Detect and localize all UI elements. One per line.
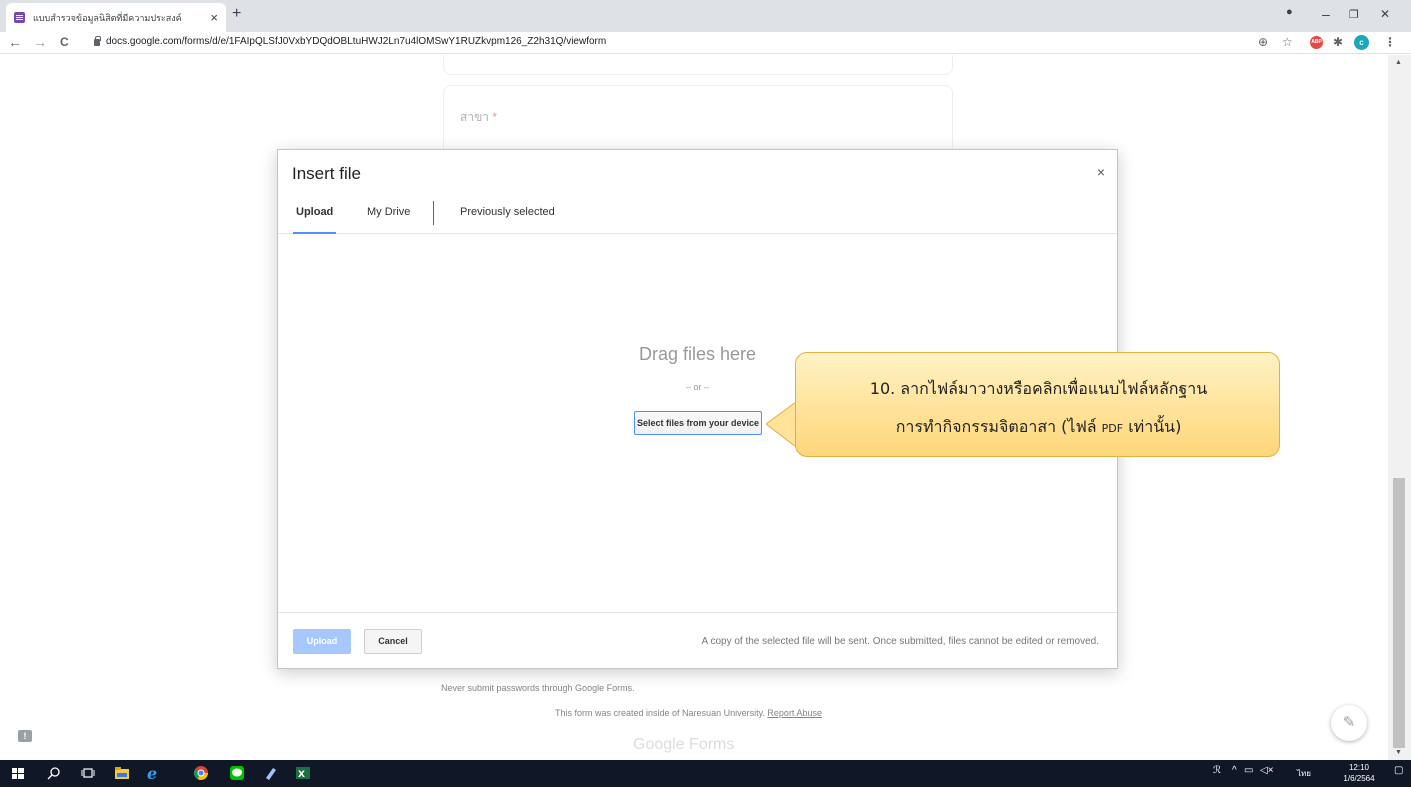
people-icon[interactable]: ℛ [1213, 765, 1221, 776]
reload-icon[interactable]: C [60, 35, 69, 49]
internet-explorer-icon[interactable]: e [146, 765, 162, 781]
browser-menu-icon[interactable]: ⋮ [1384, 35, 1396, 49]
bookmark-star-icon[interactable]: ☆ [1282, 35, 1293, 49]
tab-my-drive[interactable]: My Drive [367, 206, 410, 234]
google-forms-favicon-icon [14, 12, 25, 23]
google-forms-logo: Google Forms [633, 736, 735, 753]
url-field[interactable]: docs.google.com/forms/d/e/1FAIpQLSfJ0Vxb… [94, 36, 606, 47]
extensions-puzzle-icon[interactable]: ✱ [1333, 35, 1343, 49]
tab-upload[interactable]: Upload [293, 206, 337, 234]
back-icon[interactable]: ← [8, 34, 22, 50]
browser-tabbar: แบบสำรวจข้อมูลนิสิตที่มีความประสงค์ × + … [0, 0, 1411, 32]
cancel-button[interactable]: Cancel [364, 629, 422, 654]
tab-previously-selected[interactable]: Previously selected [460, 206, 555, 234]
excel-icon[interactable]: X [295, 765, 311, 781]
password-warning: Never submit passwords through Google Fo… [441, 683, 635, 693]
url-text: docs.google.com/forms/d/e/1FAIpQLSfJ0Vxb… [106, 36, 607, 47]
edit-pencil-icon[interactable]: ✎ [1331, 705, 1367, 741]
tab-separator [433, 201, 434, 225]
network-icon[interactable]: ▭ [1244, 765, 1253, 776]
forward-icon[interactable]: → [33, 34, 47, 50]
chrome-account-icon[interactable]: ● [1286, 6, 1293, 18]
chrome-icon[interactable] [193, 765, 209, 781]
task-view-icon[interactable] [80, 765, 96, 781]
close-window-button[interactable]: ✕ [1380, 7, 1390, 21]
windows-taskbar [0, 760, 1411, 787]
clock-time: 12:10 [1348, 763, 1370, 772]
tray-chevron-icon[interactable]: ^ [1232, 765, 1237, 776]
svg-text:e: e [147, 765, 157, 781]
address-bar: ← → C docs.google.com/forms/d/e/1FAIpQLS… [0, 32, 1411, 54]
zoom-icon[interactable]: ⊕ [1258, 35, 1268, 49]
minimize-button[interactable]: – [1322, 6, 1330, 22]
tab-title: แบบสำรวจข้อมูลนิสิตที่มีความประสงค์ [33, 12, 182, 23]
file-explorer-icon[interactable] [114, 765, 130, 781]
restore-button[interactable]: ❐ [1349, 8, 1359, 21]
dialog-close-icon[interactable]: × [1097, 164, 1105, 180]
clock-date: 1/6/2564 [1343, 774, 1375, 783]
dialog-footer: Upload Cancel A copy of the selected fil… [278, 612, 1117, 668]
svg-text:X: X [298, 770, 305, 780]
search-icon[interactable] [46, 765, 62, 781]
scroll-up-icon[interactable]: ▲ [1395, 59, 1402, 66]
callout-line-2: การทำกิจกรรมจิตอาสา (ไฟล์ PDF เท่านั้น) [895, 417, 1182, 436]
profile-avatar[interactable]: c [1354, 35, 1369, 50]
report-abuse-link[interactable]: Report Abuse [767, 708, 822, 718]
notifications-icon[interactable]: ▢ [1394, 765, 1403, 776]
dialog-tabs: Upload My Drive Previously selected [278, 198, 1117, 234]
new-tab-button[interactable]: + [232, 5, 241, 23]
upload-policy-message: A copy of the selected file will be sent… [701, 636, 1099, 647]
callout-pointer [766, 402, 796, 448]
form-created-note: This form was created inside of Naresuan… [555, 708, 822, 718]
select-files-button[interactable]: Select files from your device [634, 411, 762, 435]
scrollbar-thumb[interactable] [1393, 478, 1405, 748]
windows-start-icon[interactable] [10, 765, 26, 781]
system-clock[interactable]: 12:10 1/6/2564 [1338, 762, 1380, 784]
volume-icon[interactable]: ◁× [1260, 765, 1274, 776]
adblock-plus-icon[interactable]: ABP [1310, 36, 1323, 49]
callout-line-1: 10. ลากไฟล์มาวางหรือคลิกเพื่อแนบไฟล์หลัก… [869, 379, 1208, 398]
upload-button[interactable]: Upload [293, 629, 351, 654]
lock-icon [94, 36, 101, 46]
instruction-callout: 10. ลากไฟล์มาวางหรือคลิกเพื่อแนบไฟล์หลัก… [795, 352, 1280, 457]
scroll-down-icon[interactable]: ▼ [1395, 749, 1402, 756]
line-app-icon[interactable] [229, 765, 245, 781]
browser-tab[interactable]: แบบสำรวจข้อมูลนิสิตที่มีความประสงค์ × [6, 3, 226, 32]
feedback-icon[interactable]: ! [18, 730, 32, 742]
notes-app-icon[interactable] [263, 765, 279, 781]
dialog-title: Insert file [292, 164, 361, 183]
tab-close-icon[interactable]: × [210, 10, 218, 25]
language-indicator[interactable]: ไทย [1297, 767, 1311, 780]
